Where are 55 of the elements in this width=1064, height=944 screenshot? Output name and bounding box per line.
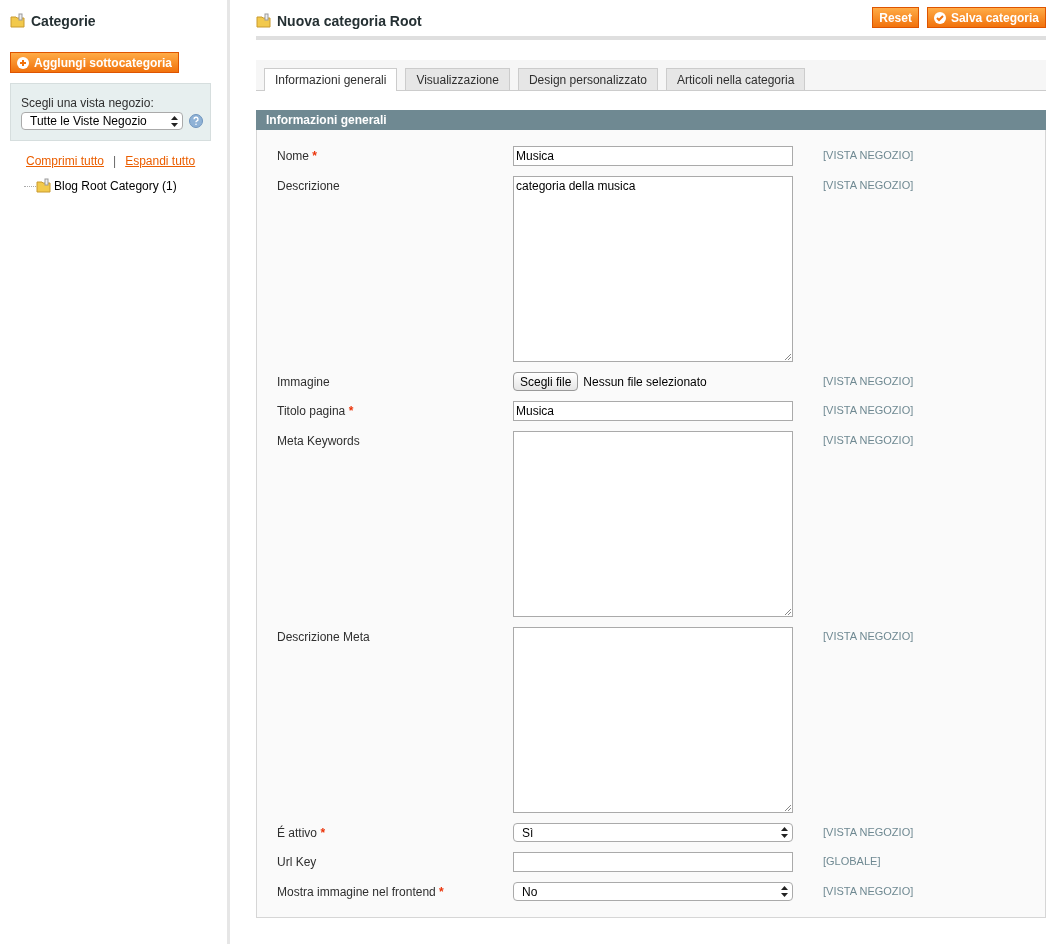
scope-label: [VISTA NEGOZIO] xyxy=(823,825,915,838)
folder-search-icon xyxy=(36,178,52,194)
checkmark-circle-icon xyxy=(933,11,946,24)
required-mark: * xyxy=(439,885,444,899)
scope-label: [VISTA NEGOZIO] xyxy=(823,374,915,387)
file-status: Nessun file selezionato xyxy=(583,374,707,389)
plus-circle-icon xyxy=(17,56,29,69)
scope-label: [VISTA NEGOZIO] xyxy=(823,178,915,191)
field-label: Meta Keywords xyxy=(277,434,360,448)
field-label: Immagine xyxy=(277,375,330,389)
updown-arrows-icon xyxy=(781,886,788,897)
updown-arrows-icon xyxy=(171,115,178,127)
section-header: Informazioni generali xyxy=(256,110,1046,130)
page-title: Nuova categoria Root xyxy=(277,13,422,29)
tab[interactable]: Design personalizzato xyxy=(517,68,658,90)
tab[interactable]: Informazioni generali xyxy=(264,68,398,91)
collapse-all-link[interactable]: Comprimi tutto xyxy=(26,154,105,168)
expand-all-link[interactable]: Espandi tutto xyxy=(125,154,196,168)
text-field[interactable]: Musica xyxy=(513,146,793,166)
help-icon[interactable] xyxy=(189,114,203,128)
updown-arrows-icon xyxy=(781,827,788,838)
folder-icon xyxy=(10,13,26,29)
tab[interactable]: Visualizzazione xyxy=(405,68,510,90)
scope-label: [VISTA NEGOZIO] xyxy=(823,629,915,642)
field-label: É attivo xyxy=(277,826,318,840)
resize-grip-icon[interactable] xyxy=(784,353,791,360)
text-field[interactable] xyxy=(513,852,793,872)
store-view-select[interactable]: Tutte le Viste Negozio xyxy=(21,112,183,130)
scope-label: [GLOBALE] xyxy=(823,854,882,867)
field-label: Url Key xyxy=(277,855,317,869)
required-mark: * xyxy=(348,404,354,418)
sidebar-title: Categorie xyxy=(31,13,96,29)
field-label: Nome xyxy=(277,149,309,163)
field-label: Descrizione Meta xyxy=(277,630,370,644)
text-area[interactable]: categoria della musica xyxy=(513,176,793,362)
tree-item[interactable]: Blog Root Category (1) xyxy=(36,178,177,194)
text-field[interactable]: Musica xyxy=(513,401,793,421)
store-switcher-label: Scegli una vista negozio: xyxy=(21,96,155,110)
tab[interactable]: Articoli nella categoria xyxy=(666,68,806,90)
dropdown[interactable]: No xyxy=(513,882,793,901)
field-label: Titolo pagina xyxy=(277,404,346,418)
field-label: Descrizione xyxy=(277,179,340,193)
field-label: Mostra immagine nel frontend xyxy=(277,885,436,899)
resize-grip-icon[interactable] xyxy=(784,804,791,811)
scope-label: [VISTA NEGOZIO] xyxy=(823,884,915,897)
required-mark: * xyxy=(312,149,318,163)
dropdown[interactable]: Sì xyxy=(513,823,793,842)
scope-label: [VISTA NEGOZIO] xyxy=(823,403,915,416)
scope-label: [VISTA NEGOZIO] xyxy=(823,148,915,161)
resize-grip-icon[interactable] xyxy=(784,608,791,615)
required-mark: * xyxy=(320,826,326,840)
folder-icon xyxy=(256,13,272,29)
scope-label: [VISTA NEGOZIO] xyxy=(823,433,915,446)
link-separator: | xyxy=(113,154,117,168)
choose-file-button[interactable]: Scegli file xyxy=(513,372,579,391)
